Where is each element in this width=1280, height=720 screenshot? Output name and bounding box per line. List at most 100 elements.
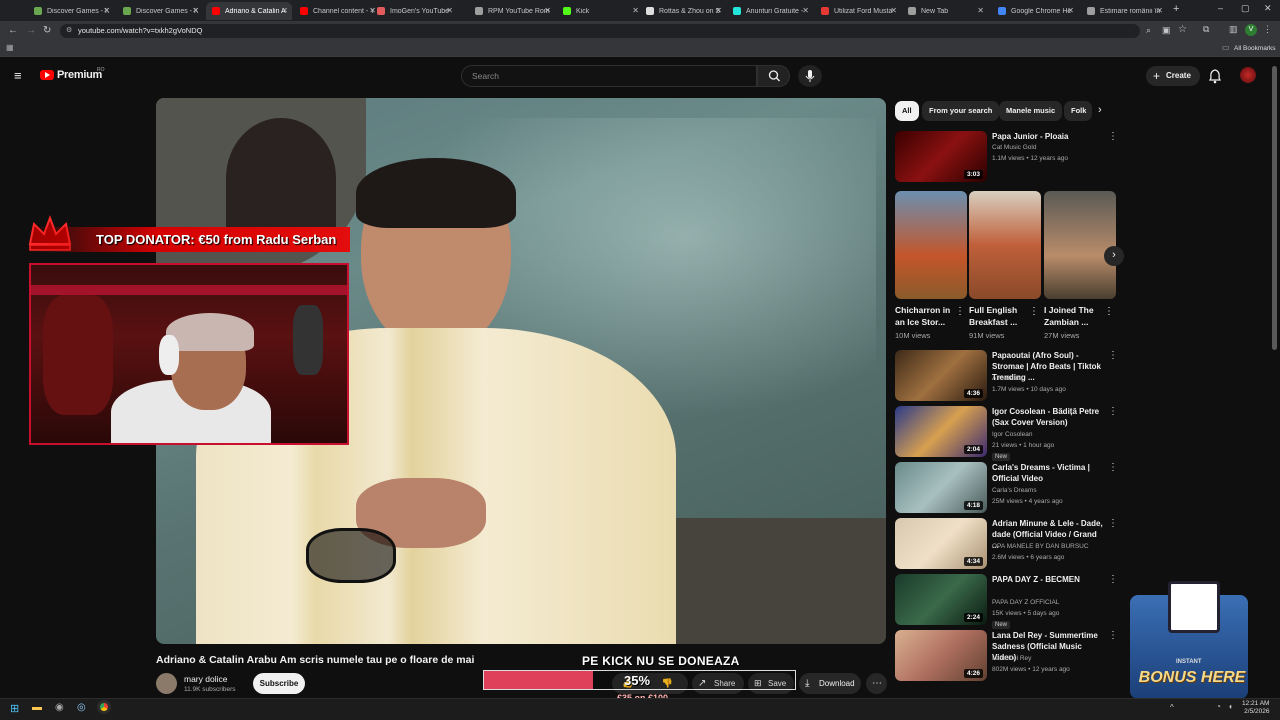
taskbar-clock[interactable]: 12:21 AM 2/5/2026: [1242, 700, 1269, 716]
tray-chevron-icon[interactable]: ^: [1170, 703, 1174, 712]
create-button[interactable]: + Create: [1146, 66, 1200, 86]
wifi-icon[interactable]: ◔: [1216, 702, 1221, 711]
rec-thumbnail[interactable]: 2:04: [895, 406, 987, 457]
shorts-next-button[interactable]: ›: [1104, 246, 1124, 266]
browser-tab[interactable]: ImoGen's YouTube ✕: [371, 2, 457, 20]
bookmark-star-icon[interactable]: ☆: [1178, 24, 1187, 35]
rec-more-icon[interactable]: ⋮: [1108, 350, 1118, 361]
site-info-icon[interactable]: ⚙: [66, 24, 72, 38]
rec-more-icon[interactable]: ⋮: [1108, 462, 1118, 473]
rec-channel[interactable]: Igor Cosolean: [992, 431, 1032, 438]
tab-close-icon[interactable]: ✕: [802, 6, 809, 15]
short-title[interactable]: Full English Breakfast ...: [969, 304, 1029, 328]
new-tab-icon[interactable]: +: [1173, 3, 1179, 15]
rec-more-icon[interactable]: ⋮: [1108, 518, 1118, 529]
tab-close-icon[interactable]: ✕: [1156, 6, 1163, 15]
short-title[interactable]: I Joined The Zambian ...: [1044, 304, 1104, 328]
back-icon[interactable]: ←: [8, 25, 18, 36]
apps-grid-icon[interactable]: ▦: [6, 43, 14, 52]
notifications-bell-icon[interactable]: [1208, 68, 1222, 84]
account-avatar[interactable]: [1240, 67, 1256, 83]
short-more-icon[interactable]: ⋮: [1029, 306, 1039, 317]
browser-tab[interactable]: Anunturi Gratuite - ✕: [727, 2, 813, 20]
browser-tab[interactable]: Discover Games - K ✕: [28, 2, 114, 20]
chrome-icon[interactable]: [97, 700, 111, 714]
short-thumbnail[interactable]: [895, 191, 967, 299]
maximize-icon[interactable]: ▢: [1241, 3, 1250, 14]
tab-close-icon[interactable]: ✕: [544, 6, 551, 15]
browser-menu-icon[interactable]: ⋮: [1263, 24, 1272, 35]
filter-chip[interactable]: Folk: [1064, 101, 1092, 121]
browser-tab[interactable]: Utilizat Ford Musta ✕: [815, 2, 901, 20]
rec-channel[interactable]: Cat Music Gold: [992, 144, 1036, 151]
page-scrollbar[interactable]: [1272, 66, 1277, 350]
windows-start-icon[interactable]: ⊞: [10, 702, 19, 715]
rec-thumbnail[interactable]: 4:36: [895, 350, 987, 401]
rec-thumbnail[interactable]: 4:26: [895, 630, 987, 681]
tab-close-icon[interactable]: ✕: [281, 6, 288, 15]
browser-tab[interactable]: Discover Games - K ✕: [117, 2, 203, 20]
app-icon[interactable]: ◉: [55, 702, 64, 713]
browser-tab[interactable]: Channel content - Y ✕: [294, 2, 380, 20]
short-thumbnail[interactable]: [969, 191, 1041, 299]
voice-search-button[interactable]: [798, 65, 822, 87]
rec-thumbnail[interactable]: 2:24: [895, 574, 987, 625]
tab-close-icon[interactable]: ✕: [192, 6, 199, 15]
youtube-premium-label[interactable]: Premium: [57, 69, 102, 81]
short-more-icon[interactable]: ⋮: [955, 306, 965, 317]
forward-icon[interactable]: →: [26, 25, 36, 36]
browser-tab[interactable]: New Tab ✕: [902, 2, 988, 20]
rec-channel[interactable]: PAPA DAY Z OFFICIAL: [992, 599, 1059, 606]
rec-channel[interactable]: Carla's Dreams: [992, 487, 1037, 494]
browser-tab[interactable]: Adriano & Catalin A ✕: [206, 2, 292, 20]
rec-more-icon[interactable]: ⋮: [1108, 131, 1118, 142]
profile-avatar[interactable]: V: [1245, 24, 1257, 36]
subscribe-button[interactable]: Subscribe: [253, 673, 305, 694]
all-bookmarks-link[interactable]: All Bookmarks: [1234, 45, 1276, 52]
short-more-icon[interactable]: ⋮: [1104, 306, 1114, 317]
rec-title[interactable]: Igor Cosolean - Bădiță Petre (Sax Cover …: [992, 406, 1104, 428]
channel-avatar[interactable]: [156, 673, 177, 694]
rec-thumbnail[interactable]: 4:18: [895, 462, 987, 513]
extensions-icon[interactable]: ⧉: [1203, 24, 1209, 35]
tab-close-icon[interactable]: ✕: [632, 6, 639, 15]
channel-name[interactable]: mary dolice: [184, 674, 227, 684]
browser-tab[interactable]: Rottas & Zhou on S ✕: [640, 2, 726, 20]
tab-close-icon[interactable]: ✕: [446, 6, 453, 15]
tab-close-icon[interactable]: ✕: [103, 6, 110, 15]
rec-channel[interactable]: Afro Beats: [992, 375, 1022, 382]
close-window-icon[interactable]: ✕: [1264, 3, 1272, 14]
rec-more-icon[interactable]: ⋮: [1108, 630, 1118, 641]
file-explorer-icon[interactable]: ▬: [32, 702, 42, 713]
more-actions-button[interactable]: ⋯: [866, 673, 887, 694]
filter-chip[interactable]: Manele music: [999, 101, 1063, 121]
tab-close-icon[interactable]: ✕: [715, 6, 722, 15]
rec-channel[interactable]: Lana Del Rey: [992, 655, 1031, 662]
tab-close-icon[interactable]: ✕: [977, 6, 984, 15]
tab-close-icon[interactable]: ✕: [890, 6, 897, 15]
url-input[interactable]: ⚙ youtube.com/watch?v=txkh2gVoNDQ: [60, 24, 1140, 38]
side-panel-icon[interactable]: ▥: [1229, 24, 1238, 35]
chips-next-icon[interactable]: ›: [1098, 104, 1102, 116]
rec-thumbnail[interactable]: 4:34: [895, 518, 987, 569]
browser-tab[interactable]: Kick ✕: [557, 2, 643, 20]
reload-icon[interactable]: ↻: [43, 25, 51, 36]
filter-chip[interactable]: From your search: [922, 101, 1000, 121]
download-button[interactable]: ⤓ Download: [799, 673, 861, 694]
rec-title[interactable]: PAPA DAY Z - BECMEN: [992, 574, 1104, 585]
short-thumbnail[interactable]: [1044, 191, 1116, 299]
tab-close-icon[interactable]: ✕: [1067, 6, 1074, 15]
rec-thumbnail[interactable]: 3:03: [895, 131, 987, 182]
minimize-icon[interactable]: –: [1218, 3, 1223, 13]
steam-icon[interactable]: ◎: [77, 702, 86, 713]
rec-title[interactable]: Carla's Dreams - Victima | Official Vide…: [992, 462, 1104, 484]
hamburger-menu-icon[interactable]: ≡: [14, 68, 22, 83]
filter-chip[interactable]: All: [895, 101, 919, 121]
volume-icon[interactable]: ◖: [1228, 702, 1233, 711]
browser-tab[interactable]: Estimare românii în ✕: [1081, 2, 1167, 20]
rec-title[interactable]: Papa Junior - Ploaia: [992, 131, 1104, 142]
search-input[interactable]: Search: [461, 65, 757, 87]
rec-channel[interactable]: OPA MANELE BY DAN BURSUC: [992, 543, 1089, 550]
rec-more-icon[interactable]: ⋮: [1108, 406, 1118, 417]
search-button[interactable]: [757, 65, 790, 87]
